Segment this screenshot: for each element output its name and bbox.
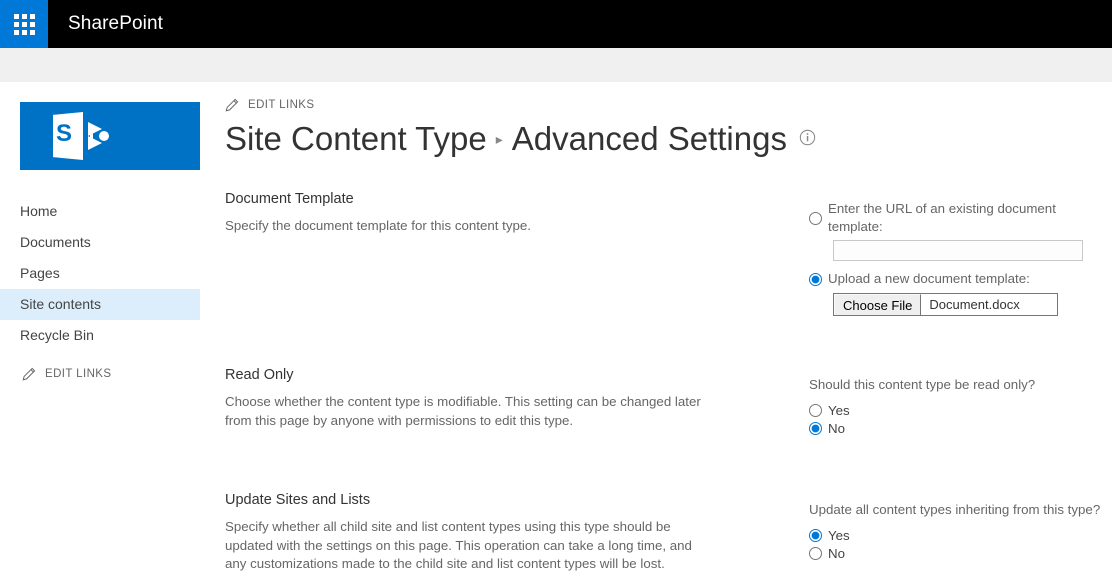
read-only-no-label: No <box>828 421 845 436</box>
update-sites-heading: Update Sites and Lists <box>225 492 371 508</box>
read-only-yes-radio[interactable] <box>809 404 822 417</box>
page-title: Site Content Type ▸ Advanced Settings <box>225 118 1112 166</box>
suite-bar-title[interactable]: SharePoint <box>48 0 163 48</box>
sharepoint-logo-share-icon <box>88 122 109 150</box>
site-logo[interactable]: S <box>20 102 200 170</box>
section-read-only: Read Only Choose whether the content typ… <box>225 366 1112 439</box>
document-template-file-input[interactable]: Choose File Document.docx <box>833 293 1058 316</box>
breadcrumb-separator-icon: ▸ <box>495 131 503 147</box>
read-only-controls-column: Should this content type be read only? Y… <box>805 366 1112 439</box>
header-edit-links-label: EDIT LINKS <box>248 99 315 111</box>
read-only-yes-label: Yes <box>828 403 850 418</box>
sidebar-item-documents[interactable]: Documents <box>0 227 200 258</box>
update-sites-controls-column: Update all content types inheriting from… <box>805 491 1112 564</box>
main-content: EDIT LINKS Site Content Type ▸ Advanced … <box>200 82 1112 574</box>
app-launcher-button[interactable] <box>0 0 48 48</box>
document-template-upload-radio[interactable] <box>809 272 822 286</box>
sidebar-item-site-contents[interactable]: Site contents <box>0 289 200 320</box>
document-template-heading: Document Template <box>225 191 354 207</box>
read-only-no-radio[interactable] <box>809 422 822 435</box>
update-sites-option-no[interactable]: No <box>809 546 1112 561</box>
section-update-sites-and-lists: Update Sites and Lists Specify whether a… <box>225 491 1112 574</box>
header-edit-links-button[interactable]: EDIT LINKS <box>225 98 1112 112</box>
sidebar-edit-links-button[interactable]: EDIT LINKS <box>0 351 200 381</box>
breadcrumb-parent[interactable]: Site Content Type <box>225 118 487 160</box>
sharepoint-logo-letter-s: S <box>56 120 73 147</box>
document-template-url-input[interactable] <box>833 240 1083 261</box>
read-only-description: Choose whether the content type is modif… <box>225 394 701 428</box>
update-sites-no-radio[interactable] <box>809 547 822 560</box>
update-sites-yes-radio[interactable] <box>809 529 822 542</box>
update-sites-option-yes[interactable]: Yes <box>809 528 1112 543</box>
sidebar-edit-links-label: EDIT LINKS <box>45 368 112 380</box>
read-only-question: Should this content type be read only? <box>809 377 1036 392</box>
nav-list: Home Documents Pages Site contents Recyc… <box>0 196 200 351</box>
update-sites-question: Update all content types inheriting from… <box>809 502 1101 517</box>
read-only-description-column: Read Only Choose whether the content typ… <box>225 366 805 430</box>
update-sites-radio-group: Yes No <box>809 528 1112 561</box>
document-template-description: Specify the document template for this c… <box>225 218 531 233</box>
info-circle-icon[interactable] <box>799 129 816 146</box>
pencil-icon <box>225 98 239 112</box>
suite-sub-band <box>0 48 1112 82</box>
section-document-template: Document Template Specify the document t… <box>225 190 1112 316</box>
update-sites-yes-label: Yes <box>828 528 850 543</box>
update-sites-no-label: No <box>828 546 845 561</box>
choose-file-button[interactable]: Choose File <box>834 294 922 315</box>
advanced-settings-form: Document Template Specify the document t… <box>225 190 1112 574</box>
update-sites-description-column: Update Sites and Lists Specify whether a… <box>225 491 805 574</box>
sidebar-item-home[interactable]: Home <box>0 196 200 227</box>
chosen-file-name: Document.docx <box>929 297 1020 312</box>
sidebar-item-recycle-bin[interactable]: Recycle Bin <box>0 320 200 351</box>
document-template-controls-column: Enter the URL of an existing document te… <box>805 190 1112 316</box>
suite-bar: SharePoint <box>0 0 1112 48</box>
document-template-upload-label: Upload a new document template: <box>828 271 1030 286</box>
page-body: S Home Documents Pages Site contents Rec… <box>0 82 1112 571</box>
read-only-option-no[interactable]: No <box>809 421 1112 436</box>
document-template-url-label: Enter the URL of an existing document te… <box>828 201 1056 234</box>
read-only-radio-group: Yes No <box>809 403 1112 436</box>
breadcrumb-current: Advanced Settings <box>511 120 787 157</box>
document-template-description-column: Document Template Specify the document t… <box>225 190 805 236</box>
document-template-url-option[interactable]: Enter the URL of an existing document te… <box>809 200 1112 236</box>
pencil-icon <box>22 367 36 381</box>
read-only-heading: Read Only <box>225 367 294 383</box>
sidebar-item-pages[interactable]: Pages <box>0 258 200 289</box>
read-only-option-yes[interactable]: Yes <box>809 403 1112 418</box>
left-navigation: S Home Documents Pages Site contents Rec… <box>0 82 200 381</box>
waffle-icon <box>13 13 35 35</box>
document-template-upload-option[interactable]: Upload a new document template: <box>809 270 1112 288</box>
document-template-url-radio[interactable] <box>809 211 822 225</box>
update-sites-description: Specify whether all child site and list … <box>225 519 692 571</box>
